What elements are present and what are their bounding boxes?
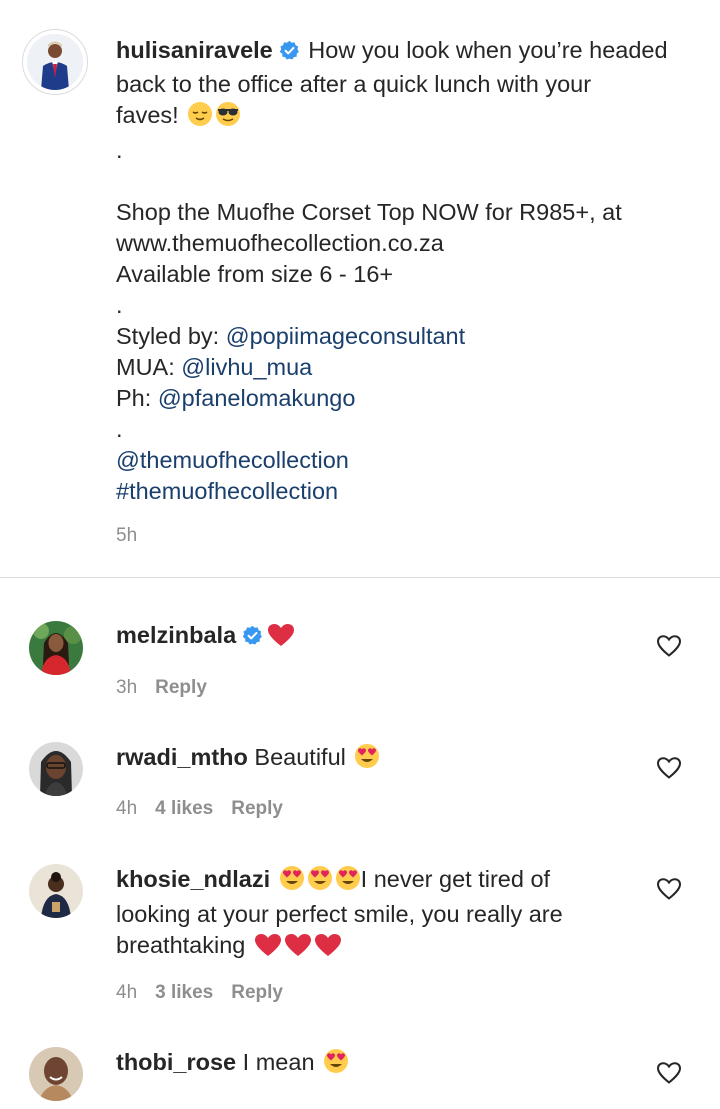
mua-label: MUA: [116,354,175,380]
commenter-avatar[interactable] [29,621,83,675]
commenter-avatar[interactable] [29,864,83,918]
commenter-avatar[interactable] [29,1047,83,1101]
comment-time: 4h [116,798,138,819]
divider [0,577,720,578]
reply-button[interactable]: Reply [231,798,283,819]
heart-eyes-emoji-icon [279,865,305,899]
comment-meta: 3h Reply [116,677,207,699]
red-heart-emoji-icon [267,623,295,655]
comment-likes-link[interactable]: 3 likes [155,982,213,1003]
heart-outline-icon [656,757,682,779]
red-heart-emoji-icon [254,933,282,965]
comment-text: looking at your perfect smile, you reall… [116,901,563,927]
ph-label: Ph: [116,385,152,411]
verified-badge-icon [279,38,300,69]
like-comment-button[interactable] [656,634,682,658]
comment-likes-link[interactable]: 4 likes [155,798,213,819]
avatar-photo [29,1047,83,1101]
caption-shop-line: Shop the Muofhe Corset Top NOW for R985+… [116,199,622,225]
commenter-avatar[interactable] [29,742,83,796]
relieved-face-emoji-icon [187,101,213,135]
comment-meta: 4h 4 likes Reply [116,798,283,820]
commenter-username[interactable]: melzinbala [116,622,236,648]
heart-eyes-emoji-icon [323,1048,349,1082]
avatar-photo [29,621,83,675]
comment-body: thobi_rose I mean [116,1047,656,1082]
heart-eyes-emoji-icon [307,865,333,899]
mua-mention-link[interactable]: @livhu_mua [181,354,312,380]
avatar-photo [29,742,83,796]
caption-dot: . [116,137,123,163]
reply-button[interactable]: Reply [231,982,283,1003]
comment-text: I never get tired of [360,866,551,892]
sunglasses-face-emoji-icon [215,101,241,135]
heart-eyes-emoji-icon [335,865,361,899]
caption-size-line: Available from size 6 - 16+ [116,261,394,287]
caption-text: hulisaniravele How you look when you’re … [116,35,706,507]
caption-dot: . [116,292,123,318]
post-author-avatar[interactable] [22,29,88,95]
comment-text: I mean [242,1049,315,1075]
comment-body: khosie_ndlazi I never get tired of looki… [116,864,656,965]
caption-first-line: How you look when you’re headed [308,37,668,63]
post-caption: hulisaniravele How you look when you’re … [0,0,720,578]
reply-button[interactable]: Reply [155,677,207,698]
comment-time: 4h [116,982,138,1003]
comment-meta: 4h 3 likes Reply [116,982,283,1004]
commenter-username[interactable]: khosie_ndlazi [116,866,270,892]
heart-outline-icon [656,1062,682,1084]
post-author-username[interactable]: hulisaniravele [116,37,273,63]
styled-by-mention-link[interactable]: @popiimageconsultant [226,323,465,349]
like-comment-button[interactable] [656,877,682,901]
comment-text: breathtaking [116,932,246,958]
avatar-photo [27,34,83,90]
caption-line: back to the office after a quick lunch w… [116,71,592,97]
like-comment-button[interactable] [656,756,682,780]
caption-line: faves! [116,102,179,128]
red-heart-emoji-icon [284,933,312,965]
commenter-username[interactable]: thobi_rose [116,1049,236,1075]
heart-outline-icon [656,635,682,657]
post-timestamp: 5h [116,525,138,546]
caption-website: www.themuofhecollection.co.za [116,230,444,256]
heart-outline-icon [656,878,682,900]
red-heart-emoji-icon [314,933,342,965]
heart-eyes-emoji-icon [354,743,380,777]
avatar-photo [29,864,83,918]
commenter-username[interactable]: rwadi_mtho [116,744,248,770]
comment-body: rwadi_mtho Beautiful [116,742,656,777]
like-comment-button[interactable] [656,1061,682,1085]
brand-mention-link[interactable]: @themuofhecollection [116,447,349,473]
comment-body: melzinbala [116,620,656,655]
comment-text: Beautiful [254,744,346,770]
styled-by-label: Styled by: [116,323,220,349]
ph-mention-link[interactable]: @pfanelomakungo [158,385,356,411]
hashtag-link[interactable]: #themuofhecollection [116,478,338,504]
verified-badge-icon [242,623,263,654]
caption-dot: . [116,416,123,442]
comment-time: 3h [116,677,138,698]
